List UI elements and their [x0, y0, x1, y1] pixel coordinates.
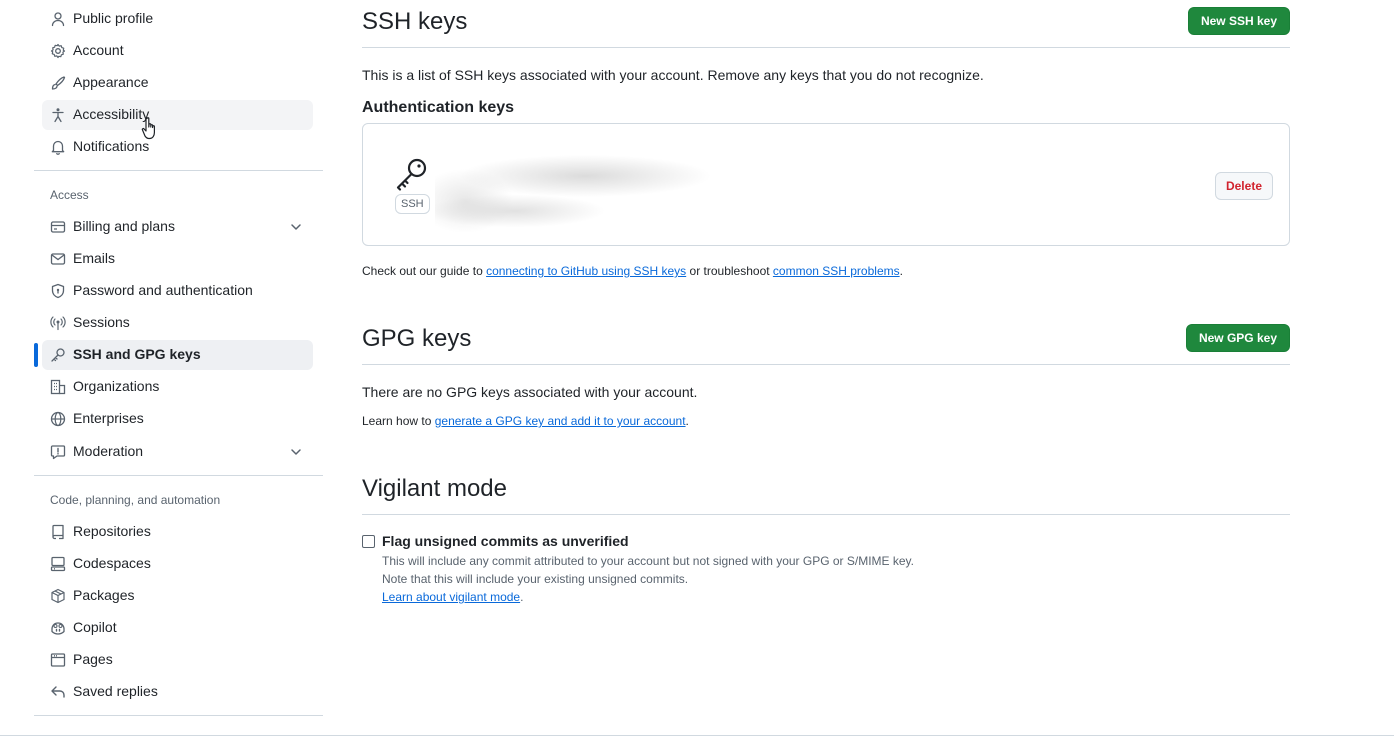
- sidebar-item-label: Emails: [73, 250, 116, 266]
- sidebar-item-notifications[interactable]: Notifications: [42, 132, 313, 162]
- sidebar-item-packages[interactable]: Packages: [42, 581, 313, 611]
- sidebar-item-label: Codespaces: [73, 555, 151, 571]
- ssh-description: This is a list of SSH keys associated wi…: [362, 67, 984, 83]
- vigilant-note-1: This will include any commit attributed …: [382, 554, 915, 568]
- sidebar-item-label: Enterprises: [73, 410, 144, 426]
- sidebar-item-saved-replies[interactable]: Saved replies: [42, 677, 313, 707]
- gpg-learn-text: Learn how to generate a GPG key and add …: [362, 414, 689, 428]
- copilot-icon: [50, 620, 66, 636]
- sidebar-item-label: Billing and plans: [73, 218, 175, 234]
- redacted-key-details: [435, 141, 815, 241]
- section-rule: [362, 47, 1290, 48]
- reply-icon: [50, 684, 66, 700]
- vigilant-learn: Learn about vigilant mode.: [382, 590, 523, 604]
- credit-card-icon: [50, 219, 66, 235]
- ssh-key-card: SSH Delete: [362, 123, 1290, 246]
- learn-suffix: .: [685, 414, 689, 428]
- sidebar-item-emails[interactable]: Emails: [42, 244, 313, 274]
- repo-icon: [50, 524, 66, 540]
- sidebar-item-accessibility[interactable]: Accessibility: [42, 100, 313, 130]
- sidebar-item-ssh-gpg-keys[interactable]: SSH and GPG keys: [42, 340, 313, 370]
- code-heading: Code, planning, and automation: [50, 493, 221, 507]
- sidebar-item-label: Accessibility: [73, 106, 150, 122]
- sidebar-divider: [34, 475, 323, 476]
- shield-lock-icon: [50, 283, 66, 299]
- sidebar-item-account[interactable]: Account: [42, 36, 313, 66]
- gpg-keys-title: GPG keys: [362, 325, 472, 352]
- ssh-guide-link[interactable]: connecting to GitHub using SSH keys: [486, 264, 686, 278]
- bell-icon: [50, 139, 66, 155]
- package-icon: [50, 588, 66, 604]
- ssh-badge: SSH: [395, 194, 430, 214]
- sidebar-item-label: Pages: [73, 651, 113, 667]
- sidebar-item-password[interactable]: Password and authentication: [42, 276, 313, 306]
- sidebar-item-label: Organizations: [73, 378, 160, 394]
- hand-cursor-icon: [141, 117, 155, 140]
- sidebar-item-label: Public profile: [73, 10, 154, 26]
- paintbrush-icon: [50, 75, 66, 91]
- chevron-down-icon[interactable]: [289, 445, 303, 459]
- sidebar-item-label: Password and authentication: [73, 282, 253, 298]
- browser-icon: [50, 652, 66, 668]
- sidebar-item-billing[interactable]: Billing and plans: [42, 212, 313, 242]
- key-icon: [50, 347, 66, 363]
- new-ssh-key-button[interactable]: New SSH key: [1187, 7, 1290, 35]
- sidebar-item-pages[interactable]: Pages: [42, 645, 313, 675]
- vigilant-mode-title: Vigilant mode: [362, 475, 507, 502]
- sidebar-item-enterprises[interactable]: Enterprises: [42, 404, 313, 434]
- ssh-guide-text: Check out our guide to connecting to Git…: [362, 264, 903, 278]
- active-indicator: [34, 343, 38, 367]
- chevron-down-icon[interactable]: [289, 220, 303, 234]
- sidebar-item-codespaces[interactable]: Codespaces: [42, 549, 313, 579]
- guide-prefix: Check out our guide to: [362, 264, 487, 278]
- sidebar-item-appearance[interactable]: Appearance: [42, 68, 313, 98]
- sidebar-item-label: Saved replies: [73, 683, 158, 699]
- gear-icon: [50, 43, 66, 59]
- sidebar-item-label: Packages: [73, 587, 135, 603]
- sidebar-item-label: Moderation: [73, 443, 144, 459]
- sidebar-item-label: SSH and GPG keys: [73, 346, 201, 362]
- new-gpg-key-button[interactable]: New GPG key: [1185, 324, 1290, 352]
- codespaces-icon: [50, 556, 66, 572]
- sidebar-divider: [34, 715, 323, 716]
- section-rule: [362, 364, 1290, 365]
- sidebar-item-label: Sessions: [73, 314, 130, 330]
- access-heading: Access: [50, 188, 89, 202]
- ssh-keys-title: SSH keys: [362, 8, 468, 35]
- ssh-troubleshoot-link[interactable]: common SSH problems: [773, 264, 900, 278]
- gpg-learn-link[interactable]: generate a GPG key and add it to your ac…: [435, 414, 686, 428]
- sidebar-item-label: Repositories: [73, 523, 151, 539]
- sidebar-item-sessions[interactable]: Sessions: [42, 308, 313, 338]
- learn-suffix: .: [520, 590, 524, 604]
- accessibility-icon: [50, 107, 66, 123]
- sidebar-divider: [34, 170, 323, 171]
- sidebar-item-organizations[interactable]: Organizations: [42, 372, 313, 402]
- sidebar-item-copilot[interactable]: Copilot: [42, 613, 313, 643]
- flag-unsigned-label[interactable]: Flag unsigned commits as unverified: [382, 533, 629, 549]
- guide-suffix: .: [899, 264, 903, 278]
- sidebar-item-label: Copilot: [73, 619, 117, 635]
- section-rule: [362, 514, 1290, 515]
- broadcast-icon: [50, 315, 66, 331]
- delete-key-button[interactable]: Delete: [1214, 172, 1273, 200]
- organization-icon: [50, 379, 66, 395]
- guide-middle: or troubleshoot: [686, 264, 773, 278]
- sidebar-item-moderation[interactable]: Moderation: [42, 437, 313, 467]
- learn-prefix: Learn how to: [362, 414, 435, 428]
- vigilant-learn-link[interactable]: Learn about vigilant mode: [382, 590, 520, 604]
- sidebar-item-label: Notifications: [73, 138, 150, 154]
- sidebar-item-repositories[interactable]: Repositories: [42, 517, 313, 547]
- mail-icon: [50, 251, 66, 267]
- sidebar-item-public-profile[interactable]: Public profile: [42, 4, 313, 34]
- authentication-keys-heading: Authentication keys: [362, 99, 515, 116]
- report-icon: [50, 444, 66, 460]
- person-icon: [50, 11, 66, 27]
- flag-unsigned-checkbox[interactable]: [362, 535, 375, 548]
- vigilant-note-2: Note that this will include your existin…: [382, 572, 689, 586]
- gpg-empty-text: There are no GPG keys associated with yo…: [362, 384, 698, 400]
- sidebar-item-label: Appearance: [73, 74, 149, 90]
- key-icon: [394, 156, 430, 192]
- globe-icon: [50, 411, 66, 427]
- sidebar-item-label: Account: [73, 42, 124, 58]
